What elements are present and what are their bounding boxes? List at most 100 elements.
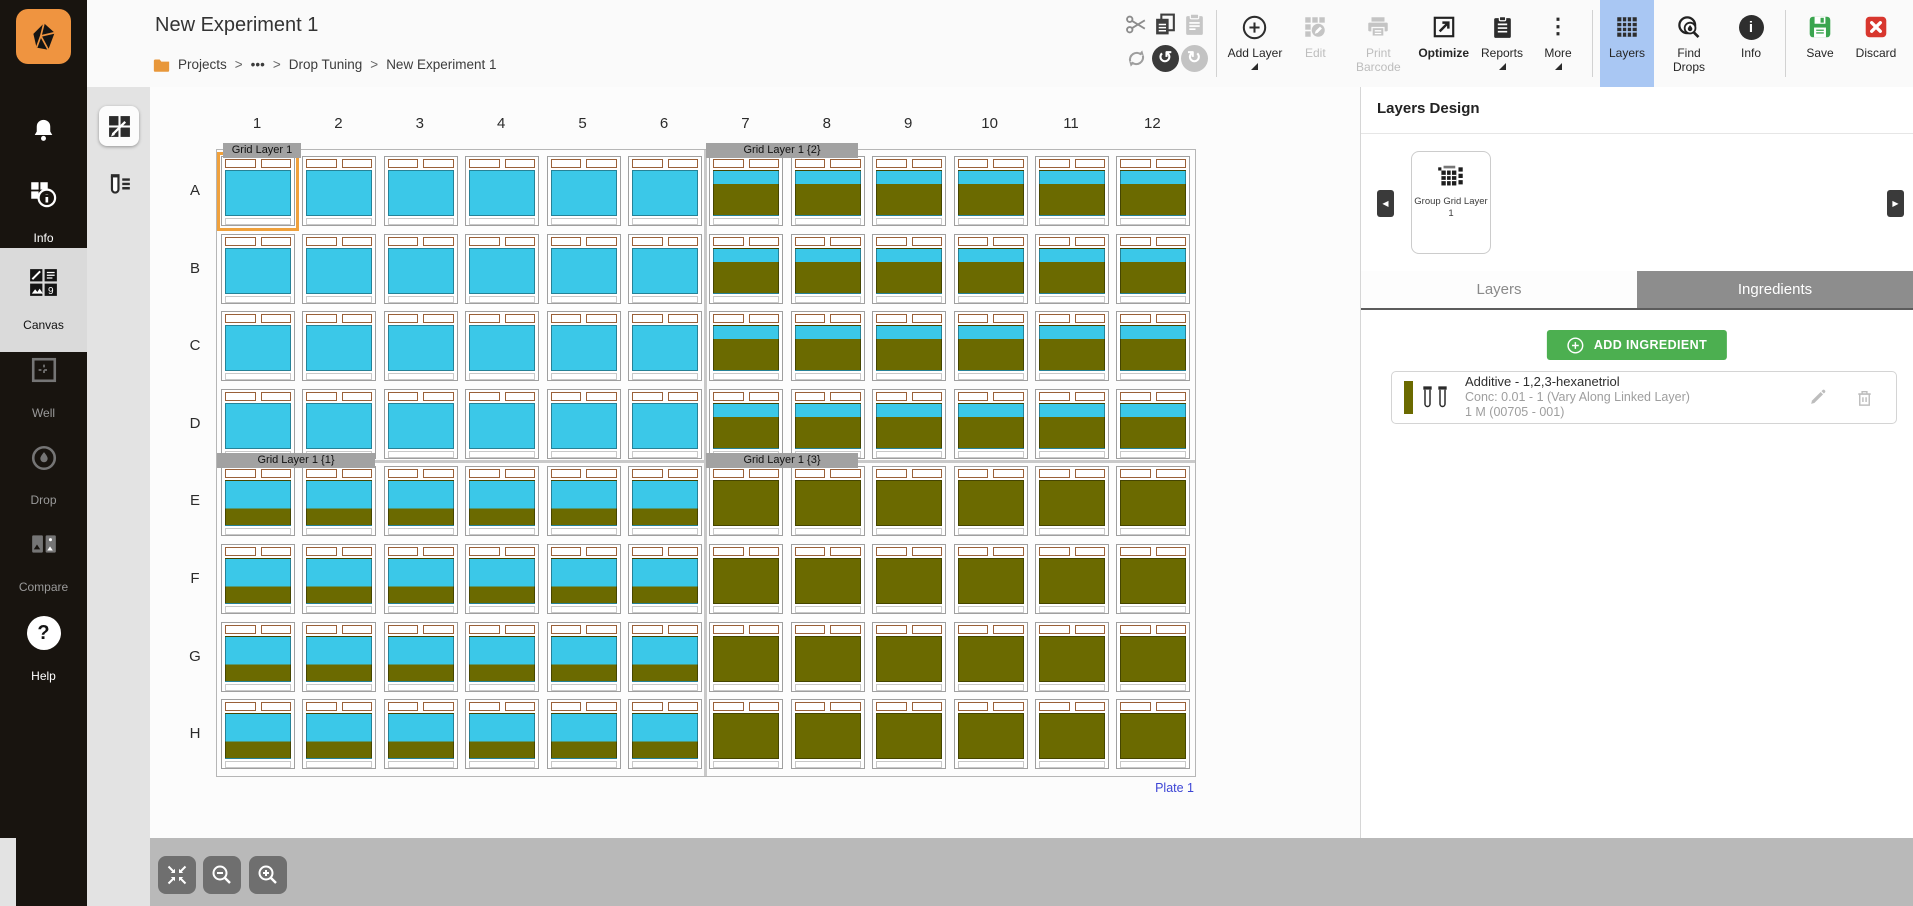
drop-position-1[interactable] (306, 625, 337, 634)
drop-position-2[interactable] (586, 547, 617, 556)
reservoir[interactable] (469, 403, 535, 449)
drop-position-2[interactable] (342, 159, 373, 168)
drop-position-1[interactable] (876, 159, 907, 168)
reservoir[interactable] (388, 480, 454, 526)
well-D6[interactable] (628, 389, 702, 459)
drop-position-2[interactable] (586, 469, 617, 478)
drop-position-2[interactable] (668, 392, 699, 401)
well-F9[interactable] (872, 544, 946, 614)
well-E5[interactable] (547, 466, 621, 536)
reservoir[interactable] (388, 170, 454, 216)
drop-position-2[interactable] (830, 625, 861, 634)
drop-position-2[interactable] (1075, 392, 1106, 401)
drop-position-2[interactable] (993, 314, 1024, 323)
well-F1[interactable] (221, 544, 295, 614)
drop-position-1[interactable] (958, 159, 989, 168)
save-button[interactable]: Save (1793, 0, 1847, 87)
reservoir[interactable] (795, 403, 861, 449)
well-H9[interactable] (872, 699, 946, 769)
well-F8[interactable] (791, 544, 865, 614)
drop-position-1[interactable] (876, 625, 907, 634)
drop-position-1[interactable] (958, 314, 989, 323)
reservoir[interactable] (306, 713, 372, 759)
drop-position-1[interactable] (551, 469, 582, 478)
drop-position-1[interactable] (713, 625, 744, 634)
drop-position-1[interactable] (795, 702, 826, 711)
drop-position-1[interactable] (225, 469, 256, 478)
well-A1[interactable] (221, 156, 295, 226)
well-F11[interactable] (1035, 544, 1109, 614)
drop-position-1[interactable] (958, 392, 989, 401)
reservoir[interactable] (632, 558, 698, 604)
grid-layer-label[interactable]: Grid Layer 1 {2} (706, 143, 858, 158)
drop-position-1[interactable] (306, 237, 337, 246)
drop-position-2[interactable] (912, 392, 943, 401)
well-G9[interactable] (872, 622, 946, 692)
drop-position-2[interactable] (261, 702, 292, 711)
reservoir[interactable] (551, 636, 617, 682)
well-C9[interactable] (872, 311, 946, 381)
drop-position-1[interactable] (795, 237, 826, 246)
well-G4[interactable] (465, 622, 539, 692)
well-C5[interactable] (547, 311, 621, 381)
well-H2[interactable] (302, 699, 376, 769)
drop-position-1[interactable] (876, 469, 907, 478)
drop-position-1[interactable] (306, 159, 337, 168)
reservoir[interactable] (469, 713, 535, 759)
drop-position-2[interactable] (993, 547, 1024, 556)
drop-position-2[interactable] (586, 314, 617, 323)
drop-position-2[interactable] (1156, 702, 1187, 711)
reservoir[interactable] (551, 558, 617, 604)
drop-position-2[interactable] (505, 159, 536, 168)
well-F4[interactable] (465, 544, 539, 614)
drop-position-1[interactable] (876, 547, 907, 556)
well-H5[interactable] (547, 699, 621, 769)
reservoir[interactable] (306, 558, 372, 604)
drop-position-1[interactable] (469, 547, 500, 556)
reservoir[interactable] (551, 325, 617, 371)
well-B4[interactable] (465, 234, 539, 304)
drop-position-1[interactable] (551, 159, 582, 168)
drop-position-1[interactable] (958, 469, 989, 478)
well-A5[interactable] (547, 156, 621, 226)
reservoir[interactable] (632, 403, 698, 449)
reservoir[interactable] (795, 170, 861, 216)
reservoir[interactable] (713, 558, 779, 604)
drop-position-1[interactable] (1039, 159, 1070, 168)
drop-position-2[interactable] (668, 159, 699, 168)
drop-position-2[interactable] (830, 702, 861, 711)
drop-position-1[interactable] (306, 702, 337, 711)
drop-position-1[interactable] (958, 625, 989, 634)
grid-layer-label[interactable]: Grid Layer 1 {1} (217, 453, 375, 468)
drop-position-1[interactable] (469, 159, 500, 168)
well-E11[interactable] (1035, 466, 1109, 536)
well-H8[interactable] (791, 699, 865, 769)
breadcrumb-drop-tuning[interactable]: Drop Tuning (289, 57, 363, 72)
well-G1[interactable] (221, 622, 295, 692)
well-D12[interactable] (1116, 389, 1190, 459)
drop-position-2[interactable] (1075, 702, 1106, 711)
well-F6[interactable] (628, 544, 702, 614)
well-D9[interactable] (872, 389, 946, 459)
grid-layer-label[interactable]: Grid Layer 1 {3} (706, 453, 858, 468)
drop-position-1[interactable] (551, 625, 582, 634)
reservoir[interactable] (388, 636, 454, 682)
drop-position-1[interactable] (306, 314, 337, 323)
tab-ingredients[interactable]: Ingredients (1637, 271, 1913, 308)
drop-position-1[interactable] (1039, 237, 1070, 246)
well-E4[interactable] (465, 466, 539, 536)
reservoir[interactable] (713, 636, 779, 682)
reservoir[interactable] (225, 713, 291, 759)
drop-position-2[interactable] (912, 159, 943, 168)
reservoir[interactable] (388, 558, 454, 604)
drop-position-2[interactable] (1156, 237, 1187, 246)
drop-position-1[interactable] (469, 237, 500, 246)
well-G5[interactable] (547, 622, 621, 692)
drop-position-1[interactable] (713, 547, 744, 556)
sidebar-item-well[interactable] (0, 356, 87, 384)
well-F2[interactable] (302, 544, 376, 614)
drop-position-2[interactable] (749, 237, 780, 246)
drop-position-1[interactable] (388, 314, 419, 323)
drop-position-1[interactable] (306, 469, 337, 478)
well-A2[interactable] (302, 156, 376, 226)
